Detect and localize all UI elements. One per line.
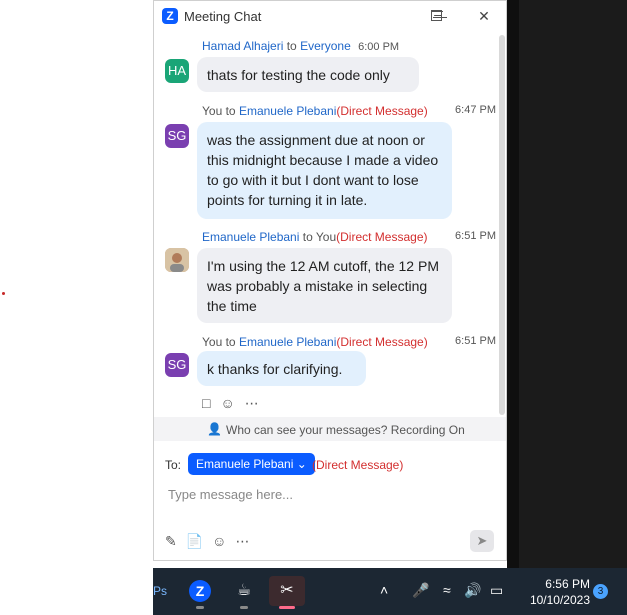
recipient-row: To: Emanuele Plebani ⌄ (Direct Message) [154,452,506,476]
scrollbar[interactable] [499,35,505,415]
direct-message-tag: (Direct Message) [312,458,404,472]
message-header: You to Emanuele Plebani(Direct Message) [202,335,428,349]
volume-icon[interactable]: 🔊 [464,582,481,599]
active-indicator [279,606,295,609]
reply-icon[interactable]: □ [202,395,210,411]
connector: to [302,230,313,244]
to-label: To: [165,458,182,472]
photoshop-icon[interactable]: Ps [153,576,167,606]
close-icon[interactable]: ✕ [472,5,496,27]
avatar[interactable]: SG [165,124,189,148]
message-bubble[interactable]: I'm using the 12 AM cutoff, the 12 PM wa… [197,248,452,323]
battery-icon[interactable]: ▭ [490,582,503,599]
person-lock-icon: 👤 [207,422,222,436]
avatar-photo[interactable] [165,248,189,272]
recipient-dropdown[interactable]: Emanuele Plebani ⌄ [188,453,315,475]
recipient-name[interactable]: Emanuele Plebani [239,335,336,349]
message-header: Hamad Alhajeri to Everyone 6:00 PM [202,39,399,53]
taskbar: Ps Z ☕ ✂ ˄ 🎤 ≈ 🔊 ▭ 6:56 PM 10/10/2023 3 [153,568,627,615]
running-indicator [240,606,248,609]
file-icon[interactable]: 📄 [186,533,203,549]
java-icon[interactable]: ☕ [232,576,256,606]
emoji-icon[interactable]: ☺ [212,533,226,549]
connector: to [225,335,236,349]
title-bar[interactable]: Z Meeting Chat — – ✕ [154,1,506,33]
format-icon[interactable]: ✎ [165,533,177,549]
sender-name: You [202,104,223,118]
privacy-text: Who can see your messages? Recording On [226,423,465,437]
person-photo-icon [165,248,189,272]
notification-badge[interactable]: 3 [593,584,608,599]
timestamp: 6:47 PM [455,104,496,116]
chevron-down-icon: ⌄ [296,457,307,471]
connector: to [286,39,297,53]
message-actions: □ ☺ ⋯ [202,395,269,412]
send-icon[interactable]: ➤ [470,530,494,552]
message-header: Emanuele Plebani to You(Direct Message) [202,230,428,244]
recipient-label: Emanuele Plebani [196,457,294,471]
maximize-icon[interactable] [431,10,442,21]
message-list[interactable]: Hamad Alhajeri to Everyone 6:00 PM HA th… [154,33,498,417]
direct-message-tag: (Direct Message) [336,335,428,349]
sender-name: You [202,335,223,349]
meeting-chat-window: Z Meeting Chat — – ✕ Hamad Alhajeri to E… [153,0,507,561]
window-title: Meeting Chat [184,9,262,24]
direct-message-tag: (Direct Message) [336,104,428,118]
clock-time: 6:56 PM [545,577,590,591]
recipient-name: You [315,230,337,244]
avatar[interactable]: SG [165,353,189,377]
avatar[interactable]: HA [165,59,189,83]
timestamp: 6:51 PM [455,335,496,347]
privacy-notice[interactable]: 👤 Who can see your messages? Recording O… [154,417,506,441]
timestamp: 6:51 PM [455,230,496,242]
chevron-up-icon[interactable]: ˄ [380,582,388,598]
message-bubble[interactable]: k thanks for clarifying. [197,351,366,386]
timestamp: 6:00 PM [358,41,400,53]
clock-date: 10/10/2023 [529,593,590,607]
wifi-icon[interactable]: ≈ [443,582,451,598]
more-icon[interactable]: ⋯ [235,533,249,549]
sender-name[interactable]: Emanuele Plebani [202,230,299,244]
desktop-background [507,0,627,568]
connector: to [225,104,236,118]
microphone-icon[interactable]: 🎤 [412,582,429,599]
running-indicator [196,606,204,609]
recipient-name[interactable]: Everyone [300,39,351,53]
composer-toolbar: ✎ 📄 ☺ ⋯ [165,533,258,550]
message-bubble[interactable]: thats for testing the code only [197,57,419,92]
clock[interactable]: 6:56 PM 10/10/2023 [518,576,590,608]
direct-message-tag: (Direct Message) [336,230,428,244]
message-input[interactable] [166,482,470,506]
snipping-tool-icon[interactable]: ✂ [269,576,305,606]
emoji-add-icon[interactable]: ☺ [220,395,234,411]
sender-name[interactable]: Hamad Alhajeri [202,39,283,53]
desktop-edge [507,0,519,568]
message-header: You to Emanuele Plebani(Direct Message) [202,104,428,118]
message-bubble[interactable]: was the assignment due at noon or this m… [197,122,452,219]
desktop-red-dot [2,292,5,295]
zoom-icon[interactable]: Z [188,576,212,606]
more-icon[interactable]: ⋯ [245,395,259,411]
recipient-name[interactable]: Emanuele Plebani [239,104,336,118]
zoom-logo-icon: Z [162,8,178,24]
